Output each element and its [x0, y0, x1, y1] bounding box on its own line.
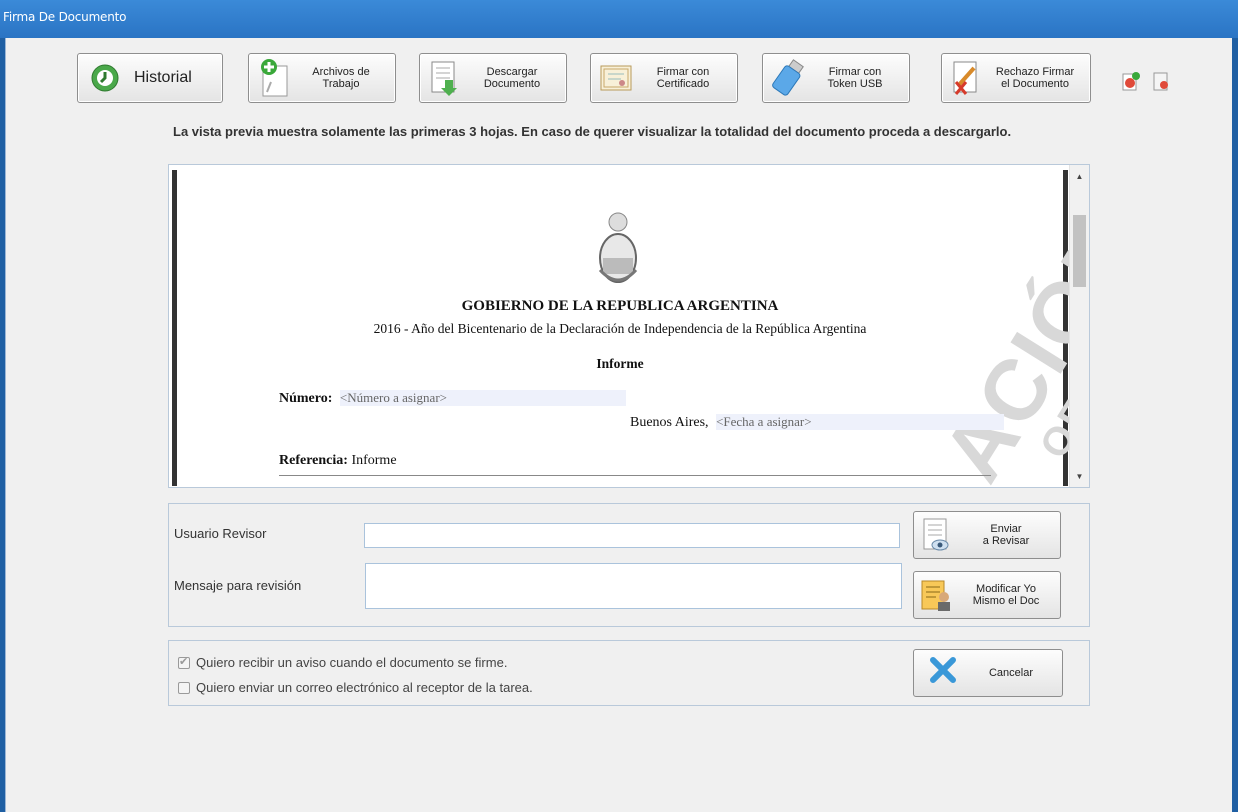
reject-sign-icon: [950, 58, 984, 98]
cancel-x-icon: [928, 655, 960, 691]
firmar-token-label: Firmar con Token USB: [827, 66, 883, 90]
options-panel: Quiero recibir un aviso cuando el docume…: [168, 640, 1090, 706]
aviso-check-icon[interactable]: [178, 655, 190, 669]
coat-of-arms-icon: [595, 210, 641, 295]
window-title: Firma De Documento: [3, 10, 127, 24]
historial-label: Historial: [134, 69, 192, 86]
review-document-icon: [920, 517, 952, 553]
aviso-checkbox[interactable]: Quiero recibir un aviso cuando el docume…: [178, 655, 507, 670]
doc-heading: GOBIERNO DE LA REPUBLICA ARGENTINA: [461, 298, 779, 314]
descargar-button[interactable]: Descargar Documento: [419, 53, 567, 103]
scroll-up-icon[interactable]: ▲: [1070, 169, 1089, 185]
firmar-certificado-button[interactable]: Firmar con Certificado: [590, 53, 738, 103]
rechazo-label: Rechazo Firmar el Documento: [995, 66, 1075, 90]
document-page: ACIÓN OFICIAL GOBIERNO DE LA REPUBLICA A…: [172, 170, 1089, 487]
edit-self-icon: [920, 577, 952, 613]
enviar-label: Enviar a Revisar: [982, 523, 1030, 547]
preview-notice: La vista previa muestra solamente las pr…: [173, 124, 1012, 139]
usuario-revisor-label: Usuario Revisor: [174, 526, 267, 541]
correo-check-icon[interactable]: [178, 681, 190, 694]
rechazo-firmar-button[interactable]: Rechazo Firmar el Documento: [941, 53, 1091, 103]
usb-token-icon: [771, 58, 805, 98]
mensaje-revision-label: Mensaje para revisión: [174, 578, 302, 593]
firmar-certificado-label: Firmar con Certificado: [656, 66, 710, 90]
doc-divider: [279, 475, 991, 476]
scroll-down-icon[interactable]: ▼: [1070, 469, 1089, 485]
doc-fecha: Buenos Aires, <Fecha a asignar>: [630, 414, 1005, 431]
history-icon: [90, 63, 120, 93]
add-signer-icon[interactable]: [1120, 70, 1142, 97]
correo-checkbox[interactable]: Quiero enviar un correo electrónico al r…: [178, 680, 533, 695]
doc-type: Informe: [596, 356, 644, 371]
review-panel: Usuario Revisor Mensaje para revisión En…: [168, 503, 1090, 627]
doc-year-line: 2016 - Año del Bicentenario de la Declar…: [373, 321, 867, 336]
mensaje-revision-input[interactable]: [365, 563, 902, 609]
archivos-label: Archivos de Trabajo: [312, 66, 370, 90]
title-bar: Firma De Documento: [0, 0, 1238, 38]
firmar-token-button[interactable]: Firmar con Token USB: [762, 53, 910, 103]
archivos-trabajo-button[interactable]: Archivos de Trabajo: [248, 53, 396, 103]
modificar-doc-button[interactable]: Modificar Yo Mismo el Doc: [913, 571, 1061, 619]
cancelar-button[interactable]: Cancelar: [913, 649, 1063, 697]
doc-numero: Número: <Número a asignar>: [279, 390, 626, 407]
enviar-revisar-button[interactable]: Enviar a Revisar: [913, 511, 1061, 559]
doc-referencia: Referencia: Informe: [279, 453, 397, 468]
download-document-icon: [428, 58, 462, 98]
document-preview[interactable]: ACIÓN OFICIAL GOBIERNO DE LA REPUBLICA A…: [168, 164, 1090, 488]
certificate-icon: [599, 58, 633, 98]
historial-button[interactable]: Historial: [77, 53, 223, 103]
modificar-label: Modificar Yo Mismo el Doc: [972, 583, 1040, 607]
descargar-label: Descargar Documento: [483, 66, 541, 90]
preview-scrollbar[interactable]: ▲ ▼: [1069, 165, 1089, 487]
scroll-thumb[interactable]: [1073, 215, 1086, 287]
remove-signer-icon[interactable]: [1150, 70, 1172, 97]
cancelar-label: Cancelar: [988, 667, 1034, 679]
attach-file-icon: [257, 58, 291, 98]
usuario-revisor-input[interactable]: [364, 523, 900, 548]
